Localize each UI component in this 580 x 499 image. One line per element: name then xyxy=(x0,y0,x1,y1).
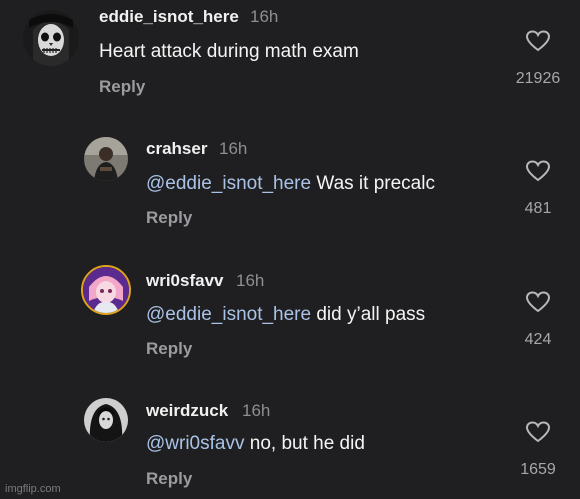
comment-body: Was it precalc xyxy=(311,173,435,194)
comment-reply: weirdzuck 16h @wri0sfavv no, but he did … xyxy=(0,392,580,499)
comment-username[interactable]: weirdzuck xyxy=(146,401,228,421)
comment-timestamp: 16h xyxy=(219,139,248,158)
comment-text: @wri0sfavv no, but he did xyxy=(146,433,365,455)
heart-icon xyxy=(526,291,550,313)
comment-timestamp: 16h xyxy=(236,271,265,290)
comment-top-level: eddie_isnot_here 16h Heart attack during… xyxy=(0,0,580,110)
avatar[interactable] xyxy=(81,265,131,315)
comment-body: did y’all pass xyxy=(311,304,426,325)
reply-button[interactable]: Reply xyxy=(146,208,192,228)
dark-photo-avatar-icon xyxy=(84,398,128,442)
comment-reply: crahser 16h @eddie_isnot_here Was it pre… xyxy=(0,130,580,240)
reply-button[interactable]: Reply xyxy=(146,469,192,489)
heart-icon xyxy=(526,160,550,182)
avatar[interactable] xyxy=(84,137,128,181)
comment-body: no, but he did xyxy=(244,433,365,454)
avatar[interactable] xyxy=(23,10,79,66)
like-button[interactable]: 424 xyxy=(503,291,573,349)
avatar[interactable] xyxy=(84,398,128,442)
heart-icon xyxy=(526,30,550,52)
watermark: imgflip.com xyxy=(5,483,61,495)
comment-timestamp: 16h xyxy=(242,401,271,420)
like-count: 424 xyxy=(524,331,552,348)
comment-username[interactable]: crahser xyxy=(146,139,207,159)
comment-timestamp: 16h xyxy=(250,7,279,26)
comment-text: @eddie_isnot_here Was it precalc xyxy=(146,173,435,195)
like-count: 481 xyxy=(524,200,552,217)
mention-link[interactable]: @wri0sfavv xyxy=(146,433,244,454)
comments-screen: eddie_isnot_here 16h Heart attack during… xyxy=(0,0,580,499)
person-photo-avatar-icon xyxy=(84,137,128,181)
anime-character-avatar-icon xyxy=(83,267,129,313)
like-count: 21926 xyxy=(515,70,561,87)
comment-username[interactable]: wri0sfavv xyxy=(146,271,224,291)
reply-button[interactable]: Reply xyxy=(99,77,145,97)
skull-face-avatar-icon xyxy=(23,10,79,66)
like-button[interactable]: 1659 xyxy=(503,421,573,479)
like-count: 1659 xyxy=(520,461,556,478)
heart-icon xyxy=(526,421,550,443)
comment-username[interactable]: eddie_isnot_here xyxy=(99,7,239,27)
comment-text: @eddie_isnot_here did y’all pass xyxy=(146,304,425,326)
comment-text: Heart attack during math exam xyxy=(99,41,359,63)
like-button[interactable]: 21926 xyxy=(503,30,573,88)
mention-link[interactable]: @eddie_isnot_here xyxy=(146,173,311,194)
reply-button[interactable]: Reply xyxy=(146,339,192,359)
like-button[interactable]: 481 xyxy=(503,160,573,218)
comment-reply: wri0sfavv 16h @eddie_isnot_here did y’al… xyxy=(0,262,580,372)
comment-body: Heart attack during math exam xyxy=(99,41,359,62)
mention-link[interactable]: @eddie_isnot_here xyxy=(146,304,311,325)
